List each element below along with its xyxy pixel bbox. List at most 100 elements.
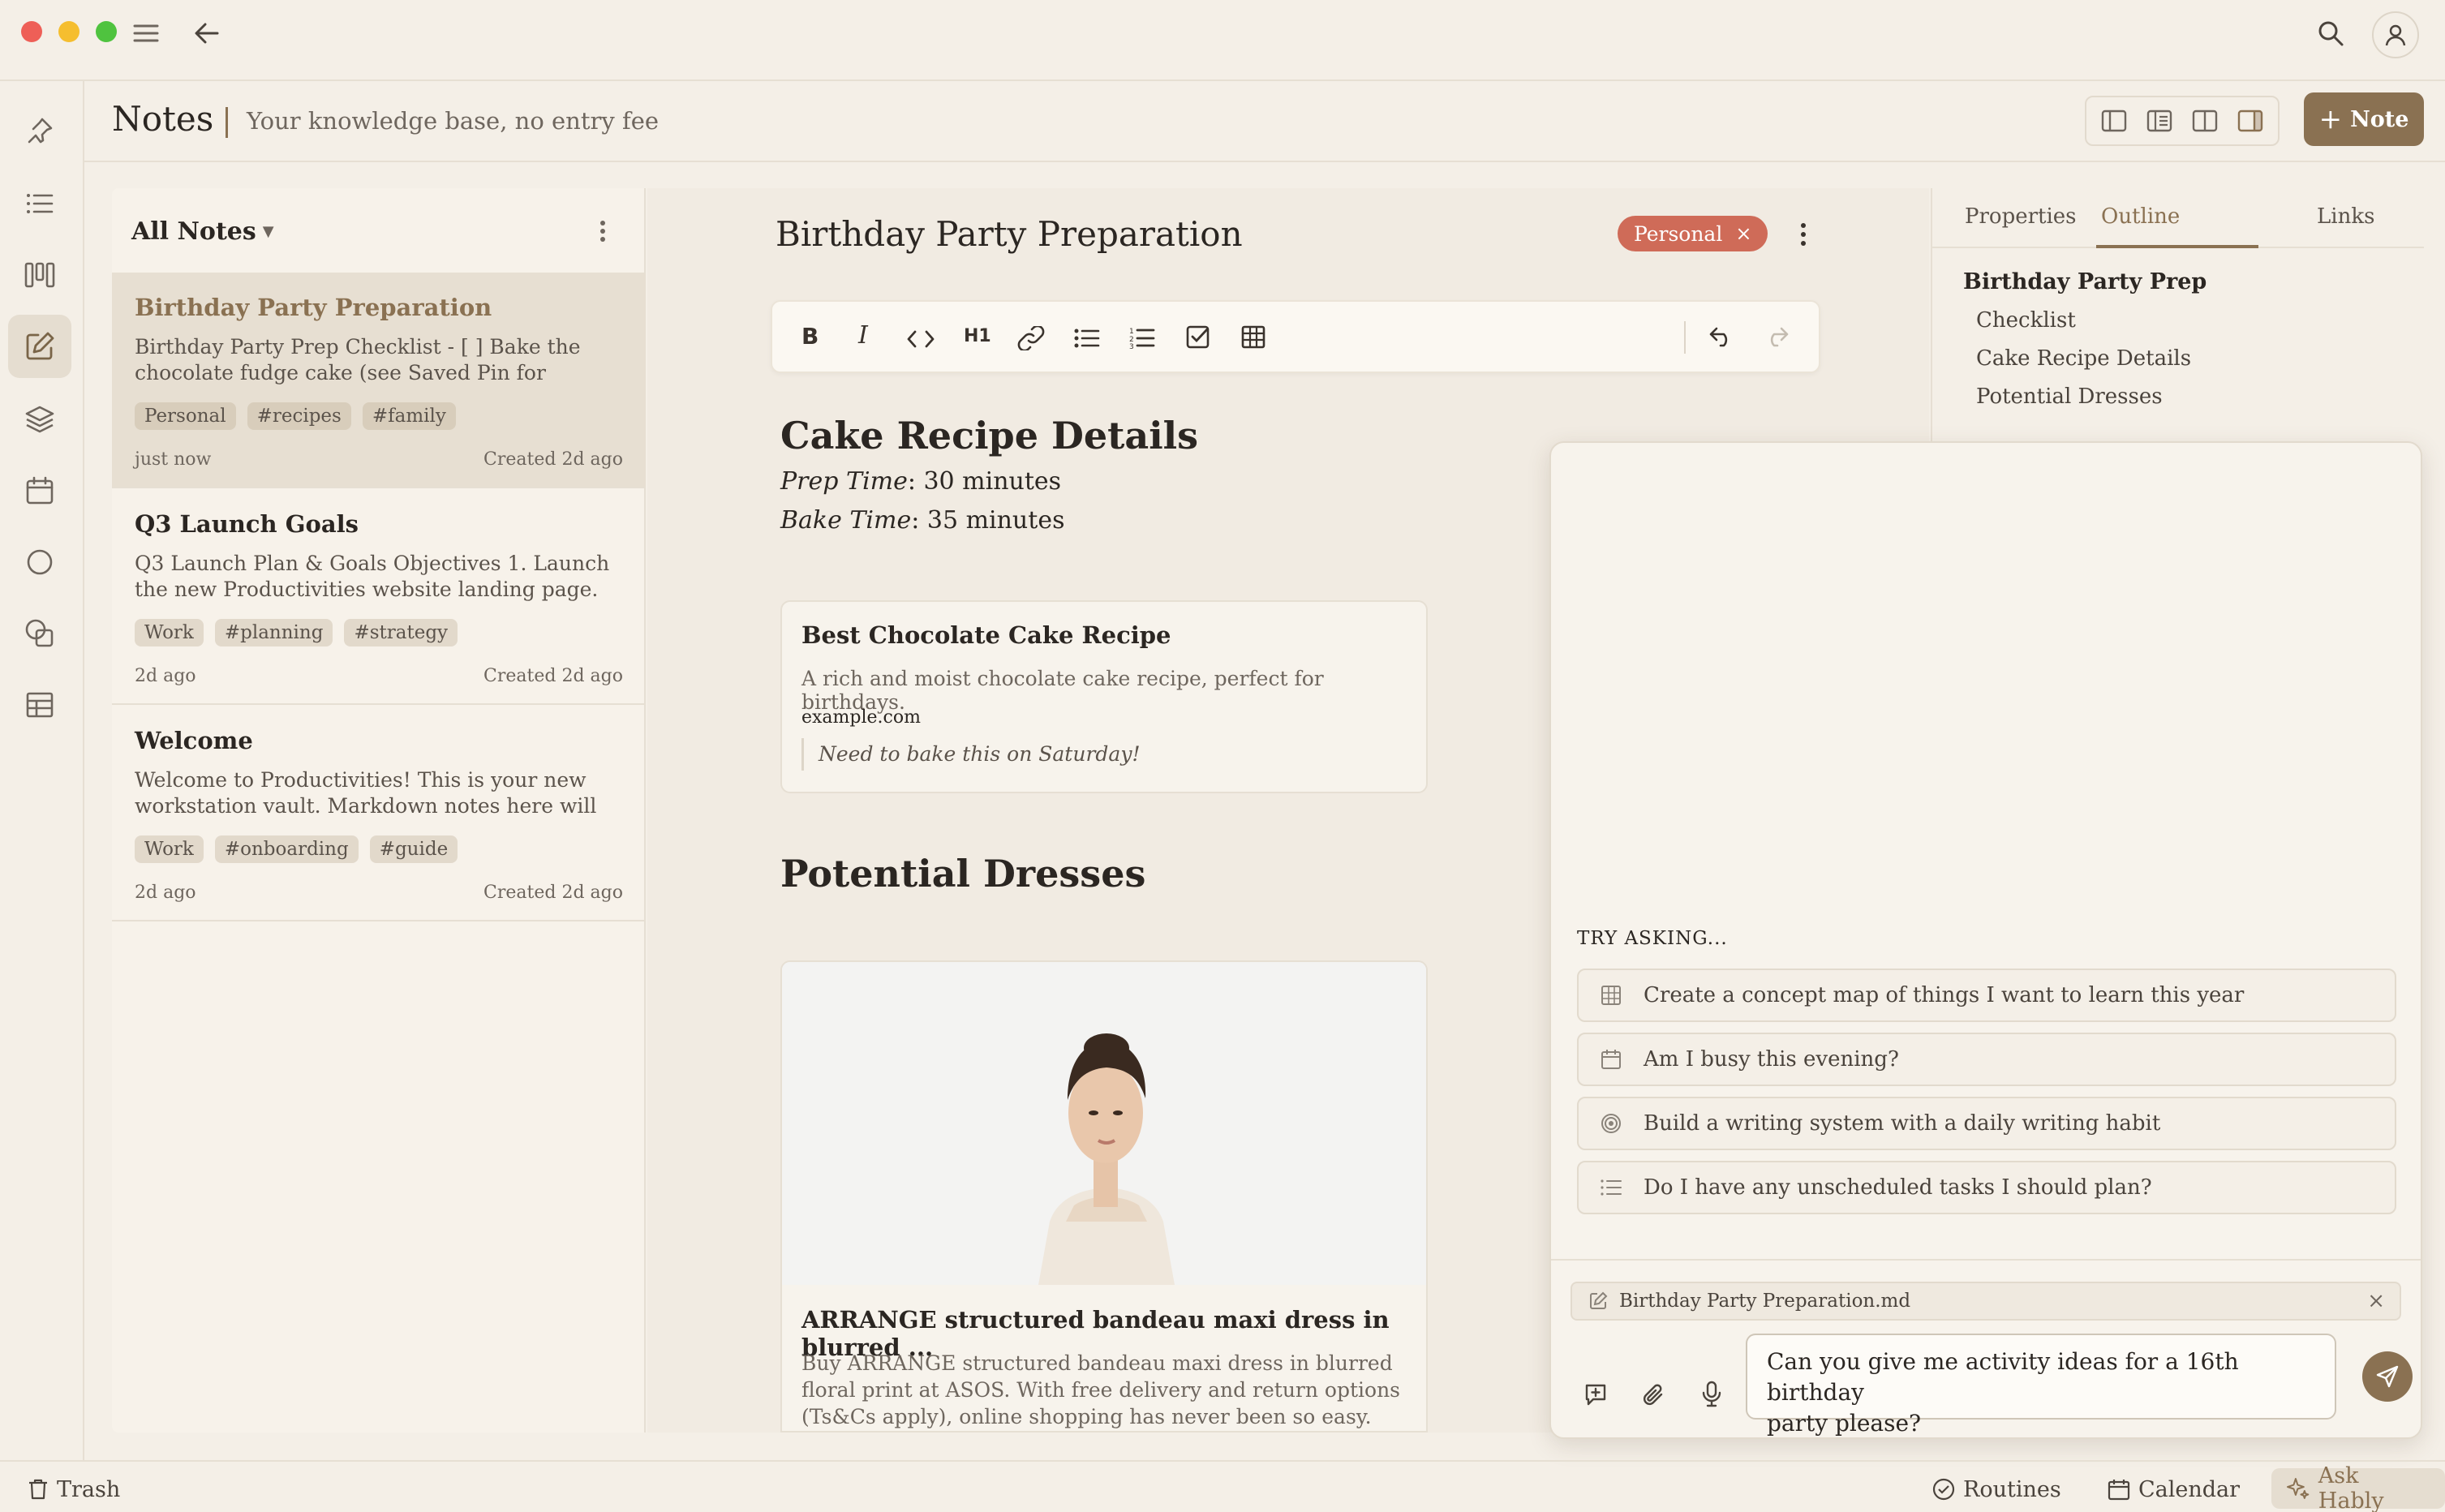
note-tag[interactable]: Personal xyxy=(135,402,236,430)
outline-item[interactable]: Checklist xyxy=(1976,308,2076,333)
rail-pins-button[interactable] xyxy=(8,99,71,162)
outline-root[interactable]: Birthday Party Prep xyxy=(1963,269,2207,294)
note-created: Created 2d ago xyxy=(483,449,623,470)
ask-hably-label: Ask Hably xyxy=(2318,1463,2384,1512)
checkbox-icon[interactable] xyxy=(1186,324,1210,352)
calendar-button[interactable]: Calendar xyxy=(2108,1471,2240,1507)
close-window-button[interactable] xyxy=(21,21,42,42)
italic-icon[interactable]: I xyxy=(858,321,868,350)
bake-time-label: Bake Time xyxy=(780,506,912,535)
maximize-window-button[interactable] xyxy=(96,21,117,42)
suggestion-item[interactable]: Build a writing system with a daily writ… xyxy=(1577,1097,2396,1150)
rail-notes-button[interactable] xyxy=(8,315,71,378)
send-button[interactable] xyxy=(2362,1351,2413,1402)
tab-links[interactable]: Links xyxy=(2317,204,2374,229)
tab-properties[interactable]: Properties xyxy=(1965,204,2077,229)
product-card-description: Buy ARRANGE structured bandeau maxi dres… xyxy=(801,1351,1401,1428)
rail-list-button[interactable] xyxy=(8,172,71,235)
list-more-icon[interactable] xyxy=(599,219,607,247)
note-title[interactable]: Birthday Party Preparation xyxy=(776,214,1243,254)
note-tag[interactable]: #planning xyxy=(214,619,333,646)
formatting-toolbar: B I H1 123 xyxy=(771,300,1820,373)
layout-sidebar-left-icon[interactable] xyxy=(2101,109,2127,133)
undo-icon[interactable] xyxy=(1708,326,1734,350)
attach-icon[interactable] xyxy=(1642,1382,1666,1411)
note-tag[interactable]: #recipes xyxy=(247,402,351,430)
chat-input-line: Can you give me activity ideas for a 16t… xyxy=(1767,1348,2239,1406)
layout-list-icon[interactable] xyxy=(2146,109,2172,133)
note-card-preview: Welcome to Productivities! This is your … xyxy=(135,768,597,821)
remove-attachment-icon[interactable]: × xyxy=(2367,1289,2385,1313)
note-card[interactable]: Welcome Welcome to Productivities! This … xyxy=(112,706,646,921)
back-arrow-icon[interactable] xyxy=(193,19,221,47)
routines-button[interactable]: Routines xyxy=(1932,1471,2061,1507)
user-icon xyxy=(2385,24,2406,46)
table-icon xyxy=(26,692,54,718)
calendar-label: Calendar xyxy=(2138,1476,2241,1502)
ai-chat-panel: TRY ASKING... Create a concept map of th… xyxy=(1549,441,2422,1439)
product-card[interactable]: ARRANGE structured bandeau maxi dress in… xyxy=(780,960,1428,1433)
minimize-window-button[interactable] xyxy=(58,21,79,42)
suggestion-item[interactable]: Do I have any unscheduled tasks I should… xyxy=(1577,1161,2396,1214)
suggestion-text: Am I busy this evening? xyxy=(1644,1047,1899,1072)
table-icon[interactable] xyxy=(1241,324,1265,352)
note-more-icon[interactable] xyxy=(1799,222,1807,250)
category-badge[interactable]: Personal × xyxy=(1618,216,1768,251)
chat-divider xyxy=(1551,1259,2421,1261)
rail-calendar-button[interactable] xyxy=(8,459,71,522)
section-heading: Potential Dresses xyxy=(780,852,1146,896)
note-card[interactable]: Birthday Party Preparation Birthday Part… xyxy=(112,273,646,488)
note-tag[interactable]: #guide xyxy=(369,835,458,863)
outline-item[interactable]: Cake Recipe Details xyxy=(1976,346,2191,371)
microphone-icon[interactable] xyxy=(1700,1381,1723,1411)
page-title: Notes xyxy=(112,99,214,139)
note-tag[interactable]: #family xyxy=(362,402,456,430)
link-icon[interactable] xyxy=(1017,324,1045,354)
rail-table-button[interactable] xyxy=(8,673,71,737)
outline-item[interactable]: Potential Dresses xyxy=(1976,384,2163,409)
layout-columns-icon[interactable] xyxy=(2192,109,2218,133)
trash-icon xyxy=(29,1479,47,1500)
note-tag[interactable]: Work xyxy=(135,835,204,863)
shapes-icon xyxy=(25,619,54,647)
tab-outline[interactable]: Outline xyxy=(2101,204,2180,229)
layout-sidebar-right-icon[interactable] xyxy=(2237,109,2263,133)
section-heading: Cake Recipe Details xyxy=(780,414,1199,457)
new-note-button[interactable]: + Note xyxy=(2304,92,2424,146)
note-card-title: Q3 Launch Goals xyxy=(135,510,359,538)
note-tag[interactable]: #strategy xyxy=(344,619,458,646)
menu-icon[interactable] xyxy=(133,21,159,45)
redo-icon[interactable] xyxy=(1764,326,1790,350)
bake-time-line: Bake Time: 35 minutes xyxy=(780,506,1064,535)
new-chat-icon[interactable] xyxy=(1583,1382,1608,1410)
target-icon xyxy=(1579,1113,1644,1134)
bold-icon[interactable]: B xyxy=(801,323,819,350)
heading-icon[interactable]: H1 xyxy=(964,326,991,346)
account-button[interactable] xyxy=(2372,11,2419,58)
trash-button[interactable]: Trash xyxy=(28,1471,120,1507)
note-tag[interactable]: Work xyxy=(135,619,204,646)
layout-switcher xyxy=(2085,96,2280,146)
ask-hably-button[interactable]: Ask Hably xyxy=(2271,1463,2445,1512)
search-icon[interactable] xyxy=(2317,19,2344,47)
edit-note-icon xyxy=(1588,1291,1608,1311)
chat-input[interactable]: Can you give me activity ideas for a 16t… xyxy=(1746,1334,2336,1437)
code-icon[interactable] xyxy=(907,329,935,352)
note-tag[interactable]: #onboarding xyxy=(214,835,359,863)
prep-time-value: : 30 minutes xyxy=(907,467,1062,496)
suggestion-item[interactable]: Create a concept map of things I want to… xyxy=(1577,969,2396,1022)
note-card[interactable]: Q3 Launch Goals Q3 Launch Plan & Goals O… xyxy=(112,489,646,705)
suggestion-item[interactable]: Am I busy this evening? xyxy=(1577,1033,2396,1086)
active-tab-indicator xyxy=(2096,245,2258,248)
rail-shapes-button[interactable] xyxy=(8,602,71,665)
grid-icon xyxy=(1579,985,1644,1006)
rail-circle-button[interactable] xyxy=(8,530,71,594)
notes-filter-dropdown[interactable]: All Notes ▼ xyxy=(131,217,274,246)
link-preview-card[interactable]: Best Chocolate Cake Recipe A rich and mo… xyxy=(780,600,1428,793)
numbered-list-icon[interactable]: 123 xyxy=(1129,326,1155,352)
calendar-icon xyxy=(2108,1480,2130,1501)
rail-layers-button[interactable] xyxy=(8,388,71,451)
bullet-list-icon[interactable] xyxy=(1074,328,1100,352)
rail-board-button[interactable] xyxy=(8,243,71,307)
remove-category-icon[interactable]: × xyxy=(1735,222,1751,245)
